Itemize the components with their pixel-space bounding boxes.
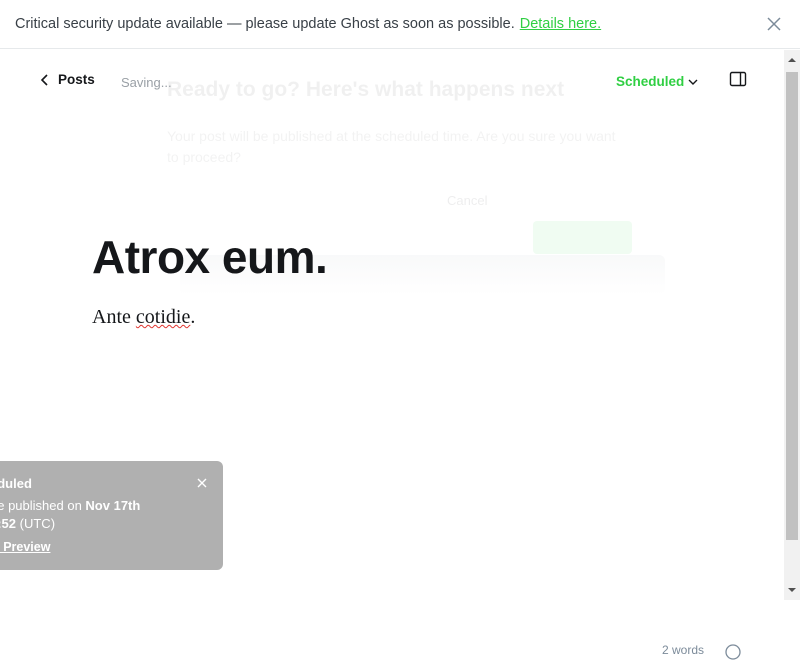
publish-modal: Ready to go? Here's what happens next Yo… <box>167 78 667 254</box>
close-icon[interactable] <box>197 478 207 488</box>
sidebar-toggle-icon[interactable] <box>729 70 747 88</box>
post-body[interactable]: Ante cotidie. <box>92 306 195 329</box>
status-label: Scheduled <box>616 74 685 89</box>
modal-cancel-button[interactable]: Cancel <box>447 193 487 208</box>
toast-timezone: (UTC) <box>16 516 56 531</box>
security-update-banner: Critical security update available — ple… <box>0 0 800 49</box>
chevron-left-icon <box>40 73 48 86</box>
close-icon[interactable] <box>766 16 782 32</box>
modal-body: Your post will be published at the sched… <box>167 128 616 165</box>
post-status-dropdown[interactable]: Scheduled <box>616 74 698 89</box>
scrollbar-thumb[interactable] <box>786 72 798 540</box>
toast-message-line1: be published on Nov 17th <box>0 498 140 513</box>
modal-confirm-button[interactable] <box>533 221 632 254</box>
toast-message-prefix: be published on <box>0 498 82 513</box>
post-title[interactable]: Atrox eum. <box>92 230 328 284</box>
word-count: 2 words <box>662 643 705 657</box>
scroll-up-arrow-icon[interactable] <box>788 56 796 64</box>
post-body-end: . <box>190 306 196 328</box>
banner-message: Critical security update available — ple… <box>15 16 515 32</box>
modal-title: Ready to go? Here's what happens next <box>167 78 565 101</box>
toast-title: eduled <box>0 476 32 491</box>
banner-details-link[interactable]: Details here. <box>520 16 601 32</box>
vertical-scrollbar[interactable] <box>784 50 800 600</box>
scroll-down-arrow-icon[interactable] <box>788 586 796 594</box>
chevron-down-icon <box>688 79 698 85</box>
scheduled-toast: eduled be published on Nov 17th 1:52 (UT… <box>0 461 223 570</box>
back-label: Posts <box>58 72 95 87</box>
toast-view-preview-link[interactable]: w Preview <box>0 540 50 554</box>
misspelled-word: cotidie <box>135 306 191 328</box>
toast-message-line2: 1:52 (UTC) <box>0 516 55 531</box>
saving-status: Saving... <box>121 75 172 90</box>
back-to-posts-link[interactable]: Posts <box>40 72 95 87</box>
help-icon[interactable] <box>725 644 741 660</box>
post-body-text: Ante <box>92 306 136 328</box>
toast-date: Nov 17th <box>85 498 141 513</box>
toast-time: 1:52 <box>0 516 17 531</box>
